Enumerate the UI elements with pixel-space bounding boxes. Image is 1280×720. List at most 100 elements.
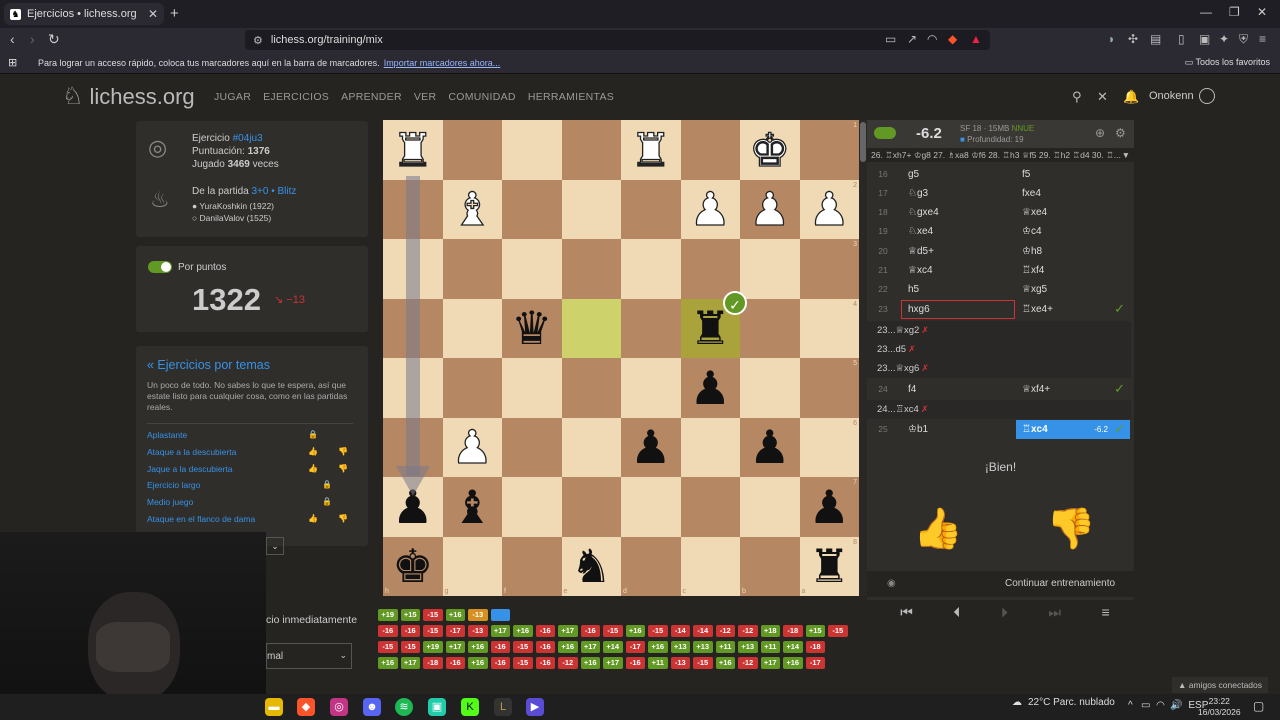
black-move[interactable]: ♔h8 xyxy=(1016,242,1130,261)
white-move[interactable]: h5 xyxy=(901,280,1015,299)
history-tile[interactable]: -17 xyxy=(625,641,645,653)
target-icon[interactable]: ⊕ xyxy=(1095,126,1105,140)
history-tile[interactable]: -14 xyxy=(670,625,690,637)
notification-icon[interactable]: ▢ xyxy=(1253,699,1264,713)
history-tile[interactable]: +16 xyxy=(625,625,645,637)
history-tile[interactable]: -12 xyxy=(738,625,758,637)
thumb-down-icon[interactable]: 👎 xyxy=(338,514,348,523)
white-player[interactable]: ● YuraKoshkin (1922) xyxy=(192,201,274,211)
history-tile[interactable]: -14 xyxy=(693,625,713,637)
history-tile[interactable]: -15 xyxy=(400,641,420,653)
history-tile[interactable]: +17 xyxy=(603,657,623,669)
history-tile[interactable]: +18 xyxy=(760,625,780,637)
hamburger-menu-icon[interactable]: ≡ xyxy=(1102,604,1110,621)
import-bookmarks-link[interactable]: Importar marcadores ahora... xyxy=(384,58,501,68)
white-rook-piece-icon[interactable]: ♜ xyxy=(391,126,434,173)
board-square[interactable] xyxy=(740,239,800,299)
history-tile[interactable]: -15 xyxy=(828,625,848,637)
first-move-icon[interactable]: ⏮ xyxy=(900,604,913,621)
board-square[interactable]: ♜ xyxy=(383,120,443,180)
board-square[interactable] xyxy=(561,477,621,537)
history-tile[interactable]: +13 xyxy=(738,641,758,653)
reload-icon[interactable]: ↻ xyxy=(48,31,60,48)
wifi-icon[interactable]: ◠ xyxy=(1156,700,1165,711)
volume-icon[interactable]: 🔊 xyxy=(1170,700,1182,711)
history-tile[interactable]: -18 xyxy=(783,625,803,637)
app-icon[interactable]: ▣ xyxy=(428,698,446,716)
brave-icon[interactable]: ◆ xyxy=(297,698,315,716)
engine-toggle[interactable] xyxy=(874,127,896,139)
board-square[interactable] xyxy=(502,120,562,180)
theme-item[interactable]: Ejercicio largo xyxy=(147,480,200,490)
tray-caret-icon[interactable]: ^ xyxy=(1128,700,1133,711)
nav-comunidad[interactable]: COMUNIDAD xyxy=(448,91,515,103)
video-app-icon[interactable]: ▶ xyxy=(526,698,544,716)
forward-icon[interactable]: › xyxy=(30,31,35,47)
board-square[interactable] xyxy=(561,239,621,299)
new-tab-icon[interactable]: + xyxy=(170,5,179,22)
history-tile[interactable]: -16 xyxy=(580,625,600,637)
board-square[interactable]: 6 xyxy=(799,417,859,477)
nav-aprender[interactable]: APRENDER xyxy=(341,91,402,103)
theme-item[interactable]: Medio juego xyxy=(147,497,193,507)
board-square[interactable]: ♞ e xyxy=(561,536,621,596)
discord-icon[interactable]: ☻ xyxy=(363,698,381,716)
white-king-piece-icon[interactable]: ♚ xyxy=(748,126,791,173)
white-move[interactable]: hxg6 xyxy=(901,300,1015,319)
failed-move[interactable]: 24...♖xc4 ✗ xyxy=(867,400,1131,419)
board-square[interactable]: f xyxy=(502,536,562,596)
black-pawn-piece-icon[interactable]: ♟ xyxy=(809,484,850,530)
black-queen-piece-icon[interactable]: ♛ xyxy=(511,305,552,351)
failed-move[interactable]: 23...♕xg2 ✗ xyxy=(867,321,1131,340)
cast-icon[interactable]: ▭ xyxy=(885,32,896,46)
black-pawn-piece-icon[interactable]: ♟ xyxy=(630,424,671,470)
last-move-icon[interactable]: ⏭ xyxy=(1048,604,1061,621)
thumb-down-icon[interactable]: 👎 xyxy=(338,447,348,456)
history-tile[interactable]: +16 xyxy=(783,657,803,669)
black-bishop-piece-icon[interactable]: ♝ xyxy=(452,484,493,530)
history-tile[interactable]: -17 xyxy=(445,625,465,637)
chess-board[interactable]: ♜ ♜ ♚ 1 ♝ ♟ ♟ ♟ 2 3 ♛ ♜ 4 ♟ 5 ♟ ♟ ♟ 6 ♟ ♝ ♟ 7 ♚ h g f ♞ e d c b ♜ 8 a xyxy=(383,120,859,596)
history-tile[interactable]: -15 xyxy=(513,657,533,669)
history-tile[interactable]: +16 xyxy=(580,657,600,669)
site-info-icon[interactable]: ⚙ xyxy=(253,34,263,47)
menu-icon[interactable]: ≡ xyxy=(1259,32,1266,46)
history-tile[interactable]: -15 xyxy=(423,625,443,637)
scrollbar-thumb[interactable] xyxy=(860,122,866,162)
caret-down-icon[interactable]: ▼ xyxy=(1122,148,1130,162)
white-bishop-piece-icon[interactable]: ♝ xyxy=(451,186,494,233)
nav-ver[interactable]: VER xyxy=(414,91,437,103)
black-pawn-piece-icon[interactable]: ♟ xyxy=(690,365,731,411)
thumb-up-icon[interactable]: 👍 xyxy=(308,464,318,473)
thumb-down-icon[interactable]: 👎 xyxy=(338,464,348,473)
apps-grid-icon[interactable]: ⊞ xyxy=(8,56,17,69)
close-tab-icon[interactable]: ✕ xyxy=(148,7,158,21)
history-tile[interactable]: -16 xyxy=(535,625,555,637)
minimize-icon[interactable]: — xyxy=(1200,5,1212,19)
board-square[interactable] xyxy=(740,358,800,418)
close-window-icon[interactable]: ✕ xyxy=(1257,5,1267,19)
thumb-up-icon[interactable]: 👍 xyxy=(308,447,318,456)
history-tile[interactable]: +15 xyxy=(805,625,825,637)
clock[interactable]: 23:22 16/03/2026 xyxy=(1198,696,1241,718)
history-tile[interactable]: +13 xyxy=(670,641,690,653)
white-move[interactable]: ♘xe4 xyxy=(901,222,1015,241)
all-favorites-folder[interactable]: ▭ Todos los favoritos xyxy=(1185,57,1270,68)
history-tile[interactable]: -15 xyxy=(648,625,668,637)
board-square[interactable]: c xyxy=(680,536,740,596)
board-square[interactable] xyxy=(621,298,681,358)
board-square[interactable] xyxy=(680,417,740,477)
engine-pv-line[interactable]: 26. ♖xh7+ ♔g8 27. ♗xa8 ♔f6 28. ♖h3 ♕f5 2… xyxy=(867,148,1134,162)
history-tile[interactable]: +14 xyxy=(603,641,623,653)
history-tile[interactable]: +19 xyxy=(423,641,443,653)
white-move[interactable]: ♘gxe4 xyxy=(901,203,1015,222)
history-tile[interactable]: +16 xyxy=(445,609,465,621)
history-tile[interactable]: -18 xyxy=(805,641,825,653)
white-move[interactable]: ♕d5+ xyxy=(901,242,1015,261)
history-tile[interactable]: +11 xyxy=(648,657,668,669)
black-move[interactable]: ♖xc4 -6.2 xyxy=(1016,420,1130,439)
history-tile[interactable]: -12 xyxy=(558,657,578,669)
rss-icon[interactable]: ◠ xyxy=(927,32,937,46)
history-tile[interactable]: +14 xyxy=(783,641,803,653)
game-link[interactable]: 3+0 • Blitz xyxy=(251,186,296,197)
